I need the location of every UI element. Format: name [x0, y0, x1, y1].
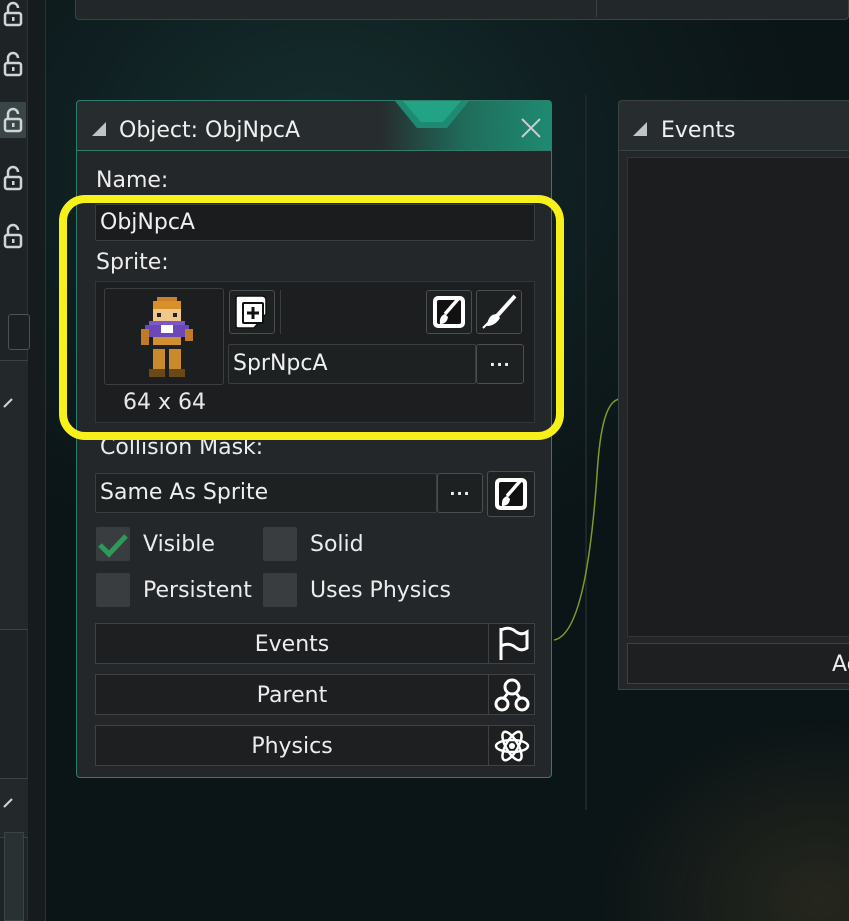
- add-event-label: Ac: [832, 652, 849, 677]
- scrollbar[interactable]: [4, 832, 24, 921]
- visible-checkbox[interactable]: [96, 527, 130, 561]
- physics-button[interactable]: Physics: [95, 725, 535, 766]
- flag-icon: [488, 623, 535, 664]
- events-window-body: Ac: [618, 150, 849, 690]
- events-list[interactable]: [627, 157, 849, 637]
- persistent-label: Persistent: [143, 578, 252, 603]
- collision-mask-value: Same As Sprite: [100, 480, 269, 505]
- more-icon: ···: [449, 483, 471, 503]
- connector-line: [553, 398, 621, 641]
- lock-icon[interactable]: [0, 46, 26, 82]
- collision-mask-selector[interactable]: Same As Sprite: [95, 473, 437, 513]
- highlight-ring: [59, 195, 564, 440]
- parent-button-label: Parent: [256, 683, 328, 708]
- visible-label: Visible: [143, 532, 215, 557]
- collision-more-button[interactable]: ···: [437, 473, 483, 513]
- atom-icon: [488, 725, 535, 766]
- left-toolbar-strip: [0, 0, 46, 921]
- resize-grip-icon[interactable]: [633, 122, 647, 136]
- strip-panel: [0, 778, 28, 838]
- events-button[interactable]: Events: [95, 623, 535, 664]
- solid-label: Solid: [310, 532, 364, 557]
- window-notch: [395, 101, 469, 128]
- solid-checkbox[interactable]: [263, 527, 297, 561]
- strip-panel: [0, 360, 28, 630]
- object-window-header[interactable]: Object: ObjNpcA: [76, 100, 552, 151]
- window-title: Object: ObjNpcA: [119, 118, 301, 143]
- checkmark-icon: [98, 534, 128, 558]
- edit-icon[interactable]: [2, 797, 14, 809]
- uses-physics-label: Uses Physics: [310, 578, 451, 603]
- lock-icon[interactable]: [0, 0, 26, 32]
- edit-mask-button[interactable]: [487, 471, 535, 517]
- events-window: Events Ac: [618, 100, 849, 690]
- lock-icon[interactable]: [0, 102, 26, 138]
- resize-grip-icon[interactable]: [92, 122, 106, 136]
- physics-button-label: Physics: [251, 734, 333, 759]
- edit-icon[interactable]: [2, 397, 14, 409]
- events-window-header[interactable]: Events: [618, 100, 849, 151]
- events-window-title: Events: [661, 118, 736, 143]
- top-panel-fragment: [75, 0, 849, 20]
- hierarchy-icon: [488, 674, 535, 715]
- name-label: Name:: [96, 168, 169, 193]
- lock-icon[interactable]: [0, 218, 26, 254]
- edit-mask-icon: [495, 478, 527, 510]
- add-event-button[interactable]: Ac: [627, 643, 849, 684]
- uses-physics-checkbox[interactable]: [263, 573, 297, 607]
- close-icon[interactable]: [517, 114, 545, 142]
- lock-icon[interactable]: [0, 160, 26, 196]
- parent-button[interactable]: Parent: [95, 674, 535, 715]
- strip-input-field[interactable]: [8, 314, 30, 350]
- persistent-checkbox[interactable]: [96, 573, 130, 607]
- events-button-label: Events: [254, 632, 330, 657]
